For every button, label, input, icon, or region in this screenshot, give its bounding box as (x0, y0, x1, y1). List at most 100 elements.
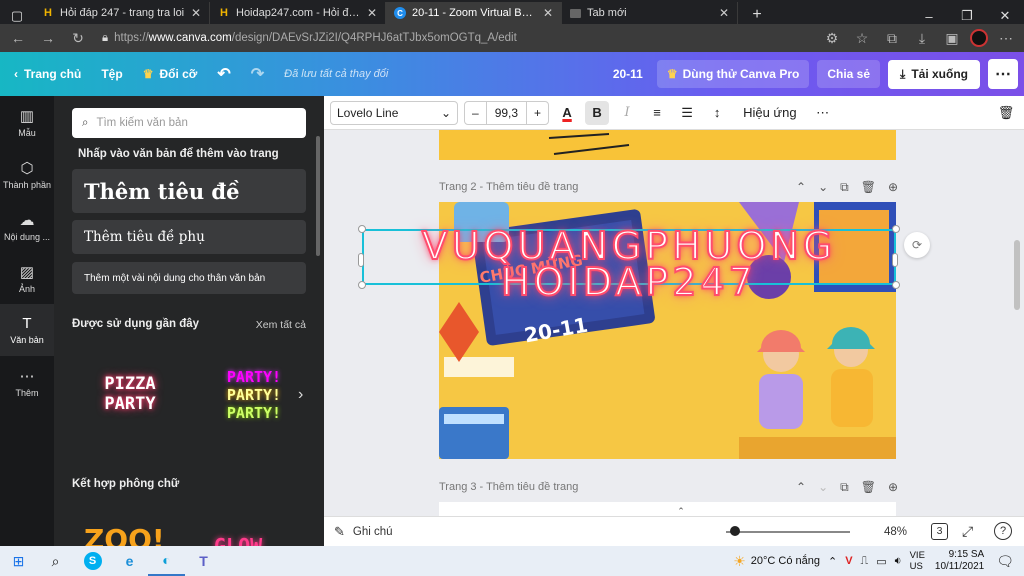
list-icon[interactable]: ☰ (675, 101, 699, 125)
teams-icon[interactable]: T (185, 546, 222, 576)
move-up-icon[interactable]: ⌃ (796, 180, 806, 195)
volume-icon[interactable]: 🔉︎ (895, 555, 902, 568)
redo-button[interactable]: ↷ (241, 64, 274, 84)
network-icon[interactable]: ⎍ (861, 555, 869, 568)
help-icon[interactable]: ? (994, 522, 1012, 540)
rail-text[interactable]: T Văn bản (0, 304, 54, 356)
more-options-button[interactable]: ⋯ (988, 59, 1018, 89)
notifications-icon[interactable]: 🗨︎ (996, 553, 1014, 570)
recent-next-arrow[interactable]: › (298, 386, 303, 404)
download-button[interactable]: ⤓ Tải xuống (888, 59, 980, 89)
close-tab-icon[interactable]: ✕ (543, 6, 553, 20)
delete-page-icon[interactable]: 🗑︎ (861, 180, 876, 195)
recent-party-party[interactable]: PARTY! PARTY! PARTY! (206, 370, 302, 426)
reload-icon[interactable]: ↻ (66, 30, 90, 47)
forward-icon[interactable]: → (36, 30, 60, 46)
browser-tab-2[interactable]: H Hoidap247.com - Hỏi đáp online ✕ (210, 2, 386, 24)
share-button[interactable]: Chia sẻ (817, 60, 881, 88)
bold-icon[interactable]: B (585, 100, 610, 125)
font-family-select[interactable]: Lovelo Line ⌄ (330, 100, 458, 125)
rail-more[interactable]: ⋯ Thêm (0, 356, 54, 408)
edge-icon[interactable]: ◐ (148, 546, 185, 576)
language-indicator[interactable]: VIE US (910, 550, 925, 572)
zoom-slider-knob[interactable] (730, 526, 740, 536)
site-permissions-icon[interactable]: ⚙ (820, 30, 844, 47)
rail-elements[interactable]: ⬡ Thành phần (0, 148, 54, 200)
internet-explorer-icon[interactable]: e (111, 546, 148, 576)
more-toolbar-icon[interactable]: ⋯ (811, 101, 835, 125)
try-pro-button[interactable]: ♛ Dùng thử Canva Pro (656, 60, 810, 88)
trash-icon[interactable]: 🗑︎ (994, 101, 1018, 125)
combo-zoo[interactable]: ZOO! (84, 526, 165, 547)
add-subheading-button[interactable]: Thêm tiêu đề phụ (72, 220, 306, 254)
decrease-size-button[interactable]: – (465, 106, 486, 120)
profile-avatar[interactable] (970, 29, 988, 47)
rail-templates[interactable]: ▥ Mẫu (0, 96, 54, 148)
new-tab-button[interactable]: + (738, 6, 776, 24)
selected-neon-text[interactable]: VUQUANGPHUONG HOIDAP247 (362, 226, 896, 302)
increase-size-button[interactable]: + (527, 106, 548, 120)
font-size-input[interactable]: 99,3 (485, 101, 528, 124)
align-center-icon[interactable]: ≡ (645, 101, 669, 125)
tray-chevron-icon[interactable]: ⌃ (828, 555, 837, 568)
search-icon[interactable]: ⌕ (37, 546, 74, 576)
zoom-value[interactable]: 48% (884, 526, 907, 538)
move-down-icon[interactable]: ⌄ (818, 180, 828, 195)
collections-icon[interactable]: ⧉ (880, 30, 904, 47)
recent-pizza-party[interactable]: PIZZA PARTY (78, 376, 182, 420)
downloads-icon[interactable]: ⤓ (910, 30, 934, 47)
add-page-icon[interactable]: ⊕ (888, 180, 898, 195)
see-all-link[interactable]: Xem tất cả (256, 319, 306, 331)
search-input[interactable]: ⌕ Tìm kiếm văn bản (72, 108, 306, 138)
notes-icon[interactable]: ✎ (334, 524, 345, 540)
design-title[interactable]: 20-11 (603, 67, 653, 81)
canvas-scrollbar-thumb[interactable] (1014, 240, 1020, 310)
move-down-icon[interactable]: ⌄ (818, 480, 828, 495)
page-3-label[interactable]: Trang 3 - Thêm tiêu đề trang (439, 481, 578, 493)
close-tab-icon[interactable]: ✕ (719, 6, 729, 20)
url-bar[interactable]: 🔒︎ https://www.canva.com/design/DAEvSrJZ… (96, 27, 814, 49)
move-up-icon[interactable]: ⌃ (796, 480, 806, 495)
close-tab-icon[interactable]: ✕ (191, 6, 201, 20)
scroll-up-tab-icon[interactable]: ⌃ (664, 506, 698, 516)
zoom-slider[interactable] (726, 531, 850, 533)
battery-icon[interactable]: ▭ (876, 555, 886, 568)
windows-start-icon[interactable]: ⊞ (0, 546, 37, 576)
page-2-label[interactable]: Trang 2 - Thêm tiêu đề trang (439, 181, 578, 193)
notes-button[interactable]: Ghi chú (353, 526, 393, 538)
file-menu-button[interactable]: Tệp (91, 67, 132, 81)
weather-text[interactable]: 20°C Có nắng (751, 555, 820, 567)
add-body-text-button[interactable]: Thêm một vài nội dung cho thân văn bản (72, 262, 306, 294)
back-icon[interactable]: ← (6, 30, 30, 46)
italic-icon[interactable]: I (615, 101, 639, 125)
effects-button[interactable]: Hiệu ứng (735, 101, 805, 125)
browser-menu-icon[interactable]: ⋯ (994, 30, 1018, 47)
canvas-scrollbar-track[interactable] (1012, 130, 1024, 516)
spacing-icon[interactable]: ↕ (705, 101, 729, 125)
minimize-icon[interactable]: – (910, 9, 948, 24)
undo-button[interactable]: ↶ (207, 64, 240, 84)
combo-glow[interactable]: GLOW (214, 536, 262, 546)
duplicate-page-icon[interactable]: ⧉ (840, 480, 849, 495)
add-heading-button[interactable]: Thêm tiêu đề (72, 169, 306, 213)
skype-icon[interactable]: S (74, 546, 111, 576)
add-page-icon[interactable]: ⊕ (888, 480, 898, 495)
close-tab-icon[interactable]: ✕ (367, 6, 377, 20)
page-count-button[interactable]: 3 (931, 523, 948, 540)
rotate-handle-icon[interactable]: ⟳ (904, 232, 930, 258)
clock[interactable]: 9:15 SA 10/11/2021 (935, 549, 984, 573)
home-button[interactable]: ‹ Trang chủ (0, 67, 91, 81)
resize-button[interactable]: ♛ Đổi cỡ (133, 67, 208, 81)
duplicate-page-icon[interactable]: ⧉ (840, 180, 849, 195)
browser-tab-3[interactable]: C 20-11 - Zoom Virtual Backgrou ✕ (386, 2, 562, 24)
close-window-icon[interactable]: ✕ (986, 8, 1024, 24)
rail-photos[interactable]: ▨ Ảnh (0, 252, 54, 304)
text-color-icon[interactable]: A (555, 101, 579, 125)
browser-tab-1[interactable]: H Hỏi đáp 247 - trang tra loi ✕ (34, 2, 210, 24)
extensions-icon[interactable]: ▣ (940, 30, 964, 47)
restore-icon[interactable]: ❐ (948, 8, 986, 24)
page-1[interactable] (439, 130, 896, 160)
rail-uploads[interactable]: ☁ Nội dung ... (0, 200, 54, 252)
fullscreen-icon[interactable]: ⤢ (962, 523, 973, 540)
panel-scrollbar[interactable] (316, 136, 320, 256)
